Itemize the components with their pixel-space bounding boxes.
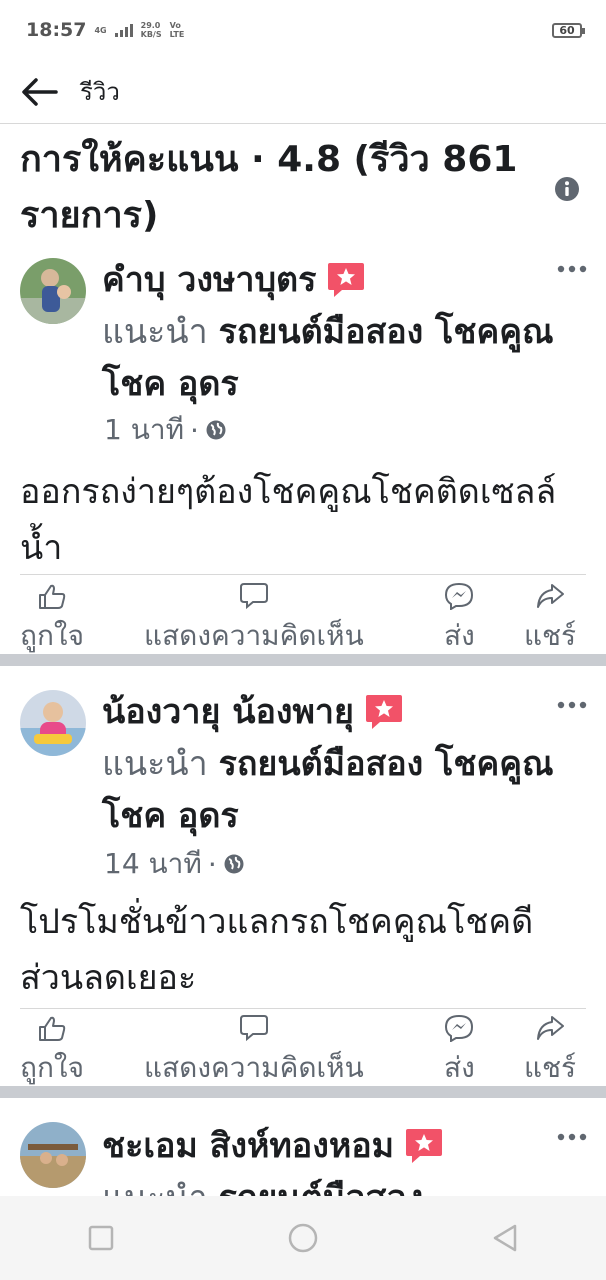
more-icon[interactable] [556, 1132, 588, 1142]
like-button[interactable]: ถูกใจ [20, 1014, 84, 1090]
avatar[interactable] [20, 690, 86, 756]
network-speed: 29.0 KB/S [141, 21, 162, 39]
recommend-line: แนะนำ รถยนต์มือสอง [102, 1172, 582, 1196]
network-type: 4G [94, 25, 107, 35]
signal-icon [114, 23, 133, 37]
post-time[interactable]: 14 นาที [104, 842, 202, 886]
recommend-line: แนะนำ รถยนต์มือสอง โชคคูณโชค อุดร [102, 738, 582, 842]
review-separator [0, 654, 606, 666]
reviewer-name[interactable]: ชะเอม สิงห์ทองหอม [102, 1122, 394, 1170]
send-label: ส่ง [444, 619, 475, 652]
share-icon [537, 1016, 565, 1040]
like-button[interactable]: ถูกใจ [20, 582, 84, 658]
battery-icon: 60 [552, 22, 585, 38]
network-speed-unit: KB/S [140, 30, 162, 39]
messenger-icon [445, 1014, 474, 1042]
status-left: 18:57 4G 29.0 KB/S Vo LTE [26, 19, 184, 41]
reviewer-name-line: น้องวายุ น้องพายุ [102, 688, 404, 736]
like-icon [38, 584, 66, 609]
comment-icon [239, 1015, 268, 1042]
review-item: ชะเอม สิงห์ทองหอม แนะนำ รถยนต์มือสอง [0, 1114, 606, 1196]
avatar[interactable] [20, 1122, 86, 1188]
system-nav-bar [0, 1196, 606, 1280]
like-icon [38, 1016, 66, 1041]
like-label: ถูกใจ [20, 619, 84, 652]
reviewer-name[interactable]: คำบุ วงษาบุตร [102, 256, 316, 304]
send-button[interactable]: ส่ง [444, 582, 475, 658]
status-bar: 18:57 4G 29.0 KB/S Vo LTE 60 [0, 0, 606, 60]
recommend-badge-icon [365, 695, 402, 729]
volte-indicator: Vo LTE [170, 21, 185, 39]
globe-icon [206, 420, 226, 440]
post-time-line: 14 นาที · [104, 842, 245, 886]
recommend-verb: แนะนำ [102, 744, 208, 784]
reviewer-name-line: ชะเอม สิงห์ทองหอม [102, 1122, 444, 1170]
send-label: ส่ง [444, 1051, 475, 1084]
share-label: แชร์ [524, 1051, 577, 1084]
review-text: โปรโมชั่นข้าวแลกรถโชคคูณโชคดีส่วนลดเยอะ [20, 902, 534, 998]
review-text: ออกรถง่ายๆต้องโชคคูณโชคติดเซลล์น้ำ [20, 472, 557, 568]
share-button[interactable]: แชร์ [524, 1014, 576, 1090]
review-item: คำบุ วงษาบุตร แนะนำ รถยนต์มือสอง โชคคูณโ… [0, 250, 606, 660]
post-time[interactable]: 1 นาที [104, 408, 184, 452]
share-button[interactable]: แชร์ [524, 582, 576, 658]
page-title: รีวิว [80, 78, 120, 106]
nav-back-icon[interactable] [489, 1222, 521, 1254]
volte-top: Vo [169, 21, 181, 30]
page-link[interactable]: รถยนต์มือสอง [219, 1178, 424, 1196]
volte-bottom: LTE [169, 30, 185, 39]
recent-apps-icon[interactable] [85, 1222, 117, 1254]
action-divider [20, 1008, 586, 1009]
dot-separator: · [207, 847, 217, 881]
comment-button[interactable]: แสดงความคิดเห็น [144, 1014, 364, 1090]
review-item: น้องวายุ น้องพายุ แนะนำ รถยนต์มือสอง โชค… [0, 682, 606, 1084]
globe-icon [224, 854, 244, 874]
post-time-line: 1 นาที · [104, 408, 227, 452]
action-divider [20, 574, 586, 575]
send-button[interactable]: ส่ง [444, 1014, 475, 1090]
review-separator [0, 1086, 606, 1098]
reviewer-name[interactable]: น้องวายุ น้องพายุ [102, 688, 354, 736]
rating-heading: การให้คะแนน · 4.8 (รีวิว 861 รายการ) [20, 139, 518, 236]
more-icon[interactable] [556, 264, 588, 274]
more-icon[interactable] [556, 700, 588, 710]
dot-separator: · [190, 413, 199, 447]
comment-button[interactable]: แสดงความคิดเห็น [144, 582, 364, 658]
recommend-badge-icon [328, 263, 365, 297]
avatar[interactable] [20, 258, 86, 324]
network-speed-value: 29.0 [140, 21, 161, 30]
status-time: 18:57 [26, 19, 87, 41]
recommend-line: แนะนำ รถยนต์มือสอง โชคคูณโชค อุดร [102, 306, 582, 410]
share-icon [537, 584, 565, 608]
recommend-verb: แนะนำ [102, 312, 208, 352]
recommend-badge-icon [406, 1129, 443, 1163]
home-icon[interactable] [287, 1222, 319, 1254]
share-label: แชร์ [524, 619, 577, 652]
like-label: ถูกใจ [20, 1051, 84, 1084]
comment-label: แสดงความคิดเห็น [144, 619, 364, 652]
messenger-icon [445, 582, 474, 610]
back-arrow-icon[interactable] [20, 72, 60, 112]
recommend-verb: แนะนำ [102, 1178, 208, 1196]
app-header: รีวิว [0, 60, 606, 124]
battery-level: 60 [559, 23, 575, 37]
reviewer-name-line: คำบุ วงษาบุตร [102, 256, 366, 304]
comment-label: แสดงความคิดเห็น [144, 1051, 364, 1084]
info-icon[interactable] [554, 176, 580, 202]
comment-icon [239, 583, 268, 610]
